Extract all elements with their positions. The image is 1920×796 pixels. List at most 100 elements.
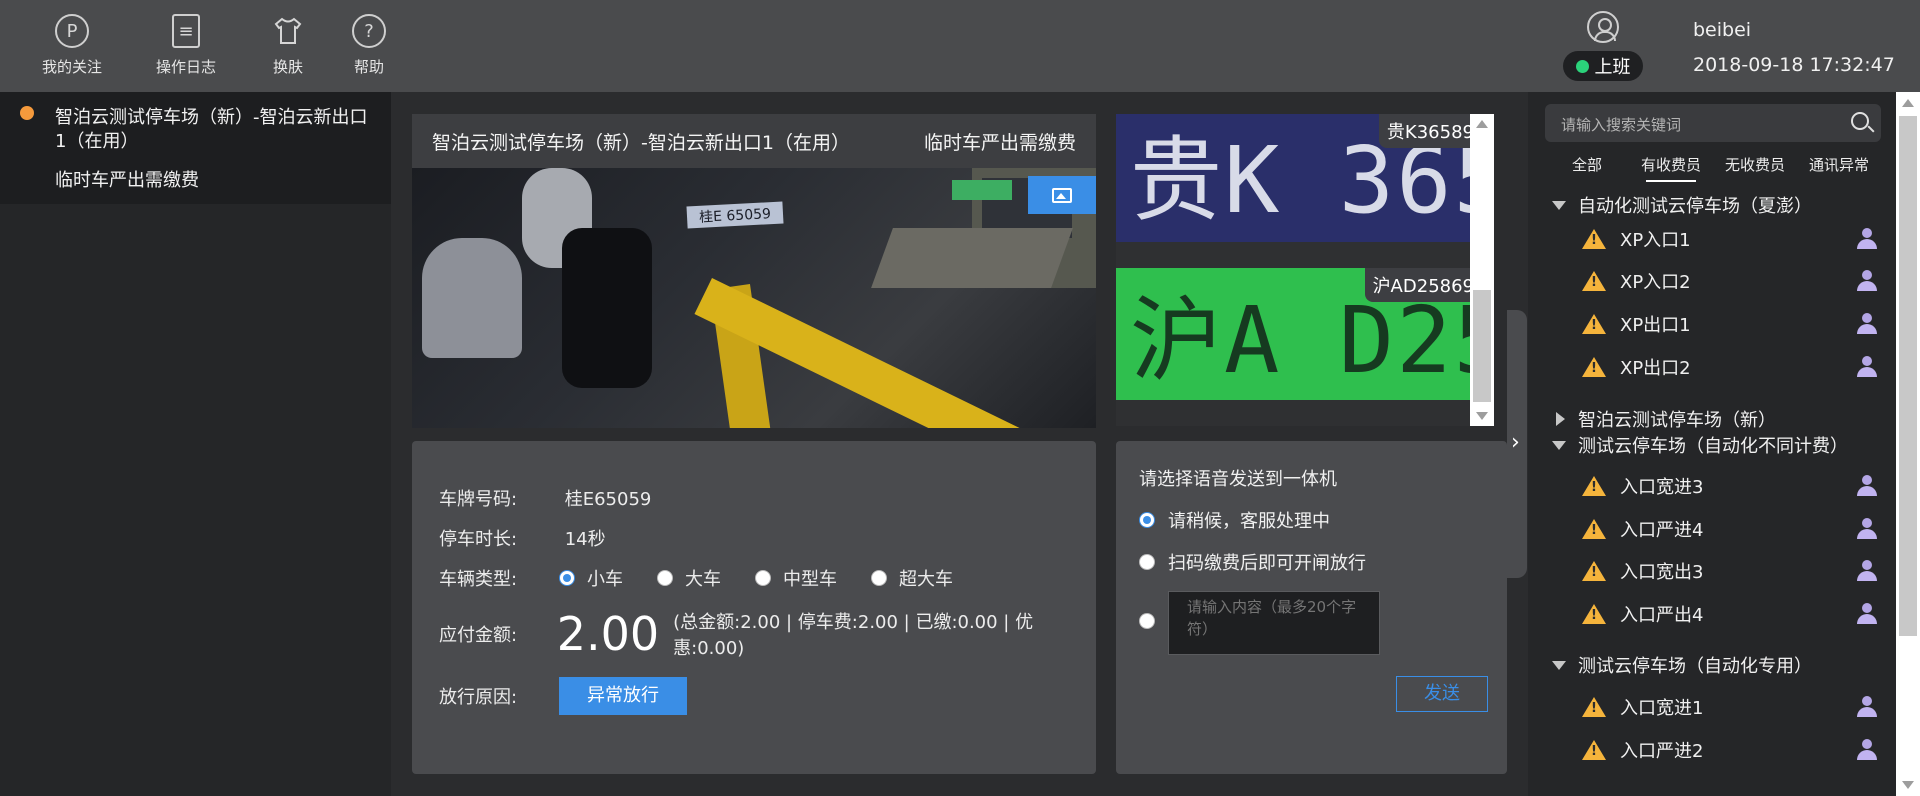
duty-status-badge[interactable]: 上班	[1563, 51, 1643, 81]
radio-icon	[1139, 512, 1155, 528]
voice-option-label: 请稍候，客服处理中	[1168, 511, 1330, 532]
vehicle-type-xlarge[interactable]: 超大车	[871, 565, 953, 591]
parking-lot-tree: 自动化测试云停车场（夏澎） XP入口1 XP入口2 XP出口1 XP出口2 智泊…	[1528, 192, 1896, 796]
vehicle-info-panel: 车牌号码: 桂E65059 停车时长: 14秒 车辆类型: 小车 大车 中型车 …	[412, 441, 1096, 774]
agent-icon	[1856, 228, 1878, 250]
page-scrollbar[interactable]	[1896, 92, 1920, 796]
nav-my-follow[interactable]: P 我的关注	[42, 14, 102, 77]
search-input[interactable]: 请输入搜索关键词	[1545, 104, 1881, 142]
plate-image[interactable]: 沪A D25869 沪AD25869	[1116, 268, 1482, 400]
warning-icon	[1582, 740, 1606, 760]
caret-down-icon	[1552, 200, 1566, 210]
panel-collapse-toggle[interactable]: ›	[1507, 310, 1527, 578]
plate-scrollbar[interactable]	[1470, 114, 1494, 426]
agent-icon	[1856, 603, 1878, 625]
lane-sidebar: 请输入搜索关键词 全部 有收费员 无收费员 通讯异常 自动化测试云停车场（夏澎）…	[1528, 92, 1896, 796]
camera-panel: 智泊云测试停车场（新）-智泊云新出口1（在用） 临时车严出需缴费 桂E 6505…	[412, 114, 1096, 428]
amount-detail: (总金额:2.00 | 停车费:2.00 | 已缴:0.00 | 优惠:0.00…	[673, 612, 1034, 659]
abnormal-release-button[interactable]: 异常放行	[559, 677, 687, 715]
scroll-up-icon[interactable]	[1476, 120, 1488, 128]
tab-comm-error[interactable]: 通讯异常	[1797, 154, 1881, 182]
send-button[interactable]: 发送	[1396, 676, 1488, 712]
radio-label: 超大车	[899, 569, 953, 590]
plate-image[interactable]: 贵K 36589 贵K36589	[1116, 114, 1482, 242]
lane-label: XP出口1	[1620, 315, 1691, 336]
vehicle-type-large[interactable]: 大车	[657, 565, 721, 591]
scene-desk	[871, 228, 1073, 288]
radio-icon	[559, 570, 575, 586]
tree-lane[interactable]: 入口宽出3	[1582, 554, 1882, 588]
scene-chair	[562, 228, 652, 388]
tree-group[interactable]: 测试云停车场（自动化专用）	[1552, 652, 1812, 678]
lane-label: 入口严出4	[1620, 605, 1704, 626]
alert-title: 智泊云测试停车场（新）-智泊云新出口1（在用）	[55, 107, 368, 152]
alert-list-item[interactable]: 智泊云测试停车场（新）-智泊云新出口1（在用） 临时车严出需缴费	[0, 92, 391, 204]
tree-lane[interactable]: XP入口1	[1582, 222, 1882, 256]
search-placeholder: 请输入搜索关键词	[1561, 116, 1682, 134]
voice-custom-option[interactable]	[1139, 613, 1168, 629]
shirt-icon	[270, 14, 306, 48]
tree-group[interactable]: 智泊云测试停车场（新）	[1552, 406, 1776, 432]
filter-tabs: 全部 有收费员 无收费员 通讯异常	[1545, 154, 1881, 182]
warning-icon	[1582, 357, 1606, 377]
alert-list: 智泊云测试停车场（新）-智泊云新出口1（在用） 临时车严出需缴费	[0, 92, 391, 796]
voice-custom-input[interactable]	[1168, 591, 1380, 655]
search-icon[interactable]	[1851, 112, 1869, 130]
tree-group[interactable]: 测试云停车场（自动化不同计费）	[1552, 432, 1848, 458]
help-icon: ?	[352, 14, 386, 48]
tree-lane[interactable]: 入口严进4	[1582, 512, 1882, 546]
agent-icon	[1856, 356, 1878, 378]
agent-icon	[1856, 560, 1878, 582]
nav-operation-log[interactable]: ≡ 操作日志	[156, 14, 216, 77]
radio-icon	[871, 570, 887, 586]
username: beibei	[1693, 19, 1752, 41]
tree-lane[interactable]: 入口严出4	[1582, 597, 1882, 631]
tree-lane[interactable]: XP入口2	[1582, 264, 1882, 298]
agent-icon	[1856, 270, 1878, 292]
warning-icon	[1582, 476, 1606, 496]
vehicle-type-row: 车辆类型: 小车 大车 中型车 超大车	[439, 565, 987, 591]
agent-icon	[1856, 518, 1878, 540]
nav-label: 换肤	[272, 58, 303, 76]
scroll-thumb[interactable]	[1473, 290, 1491, 402]
scroll-thumb[interactable]	[1899, 116, 1917, 636]
nav-label: 帮助	[353, 58, 384, 76]
tab-all[interactable]: 全部	[1545, 154, 1629, 182]
nav-help[interactable]: ? 帮助	[352, 14, 386, 77]
lane-label: 入口宽进1	[1620, 698, 1704, 719]
scene-sign	[952, 180, 1012, 200]
plate-value: 桂E65059	[564, 489, 652, 510]
tree-group-label: 自动化测试云停车场（夏澎）	[1578, 196, 1812, 217]
plate-label: 车牌号码:	[439, 489, 518, 510]
scroll-down-icon[interactable]	[1476, 412, 1488, 420]
voice-option[interactable]: 请稍候，客服处理中	[1139, 507, 1330, 533]
tree-group[interactable]: 自动化测试云停车场（夏澎）	[1552, 192, 1812, 218]
warning-icon	[1582, 229, 1606, 249]
amount-label: 应付金额:	[439, 625, 518, 646]
tree-lane[interactable]: XP出口1	[1582, 307, 1882, 341]
user-avatar-icon[interactable]	[1587, 11, 1619, 43]
status-dot-icon	[1575, 59, 1589, 73]
voice-option-label: 扫码缴费后即可开闸放行	[1168, 553, 1366, 574]
camera-video-feed[interactable]: 桂E 65059	[412, 168, 1096, 428]
scroll-down-icon[interactable]	[1902, 781, 1914, 789]
tree-lane[interactable]: 入口严进2	[1582, 733, 1882, 767]
tree-lane[interactable]: 入口宽进1	[1582, 690, 1882, 724]
lane-label: XP入口2	[1620, 272, 1691, 293]
vehicle-type-small[interactable]: 小车	[559, 565, 623, 591]
voice-option[interactable]: 扫码缴费后即可开闸放行	[1139, 549, 1366, 575]
scroll-up-icon[interactable]	[1902, 99, 1914, 107]
lane-label: 入口严进4	[1620, 520, 1704, 541]
tree-group-label: 测试云停车场（自动化专用）	[1578, 656, 1812, 677]
tree-lane[interactable]: 入口宽进3	[1582, 469, 1882, 503]
snapshot-button[interactable]	[1028, 176, 1096, 214]
vehicle-type-medium[interactable]: 中型车	[755, 565, 837, 591]
camera-plate: 桂E 65059	[686, 201, 784, 229]
tree-lane[interactable]: XP出口2	[1582, 350, 1882, 384]
tab-without-collector[interactable]: 无收费员	[1713, 154, 1797, 182]
nav-change-skin[interactable]: 换肤	[270, 14, 306, 77]
tab-with-collector[interactable]: 有收费员	[1629, 154, 1713, 182]
release-reason-row: 放行原因: 异常放行	[439, 677, 687, 715]
radio-label: 小车	[587, 569, 623, 590]
radio-icon	[1139, 554, 1155, 570]
